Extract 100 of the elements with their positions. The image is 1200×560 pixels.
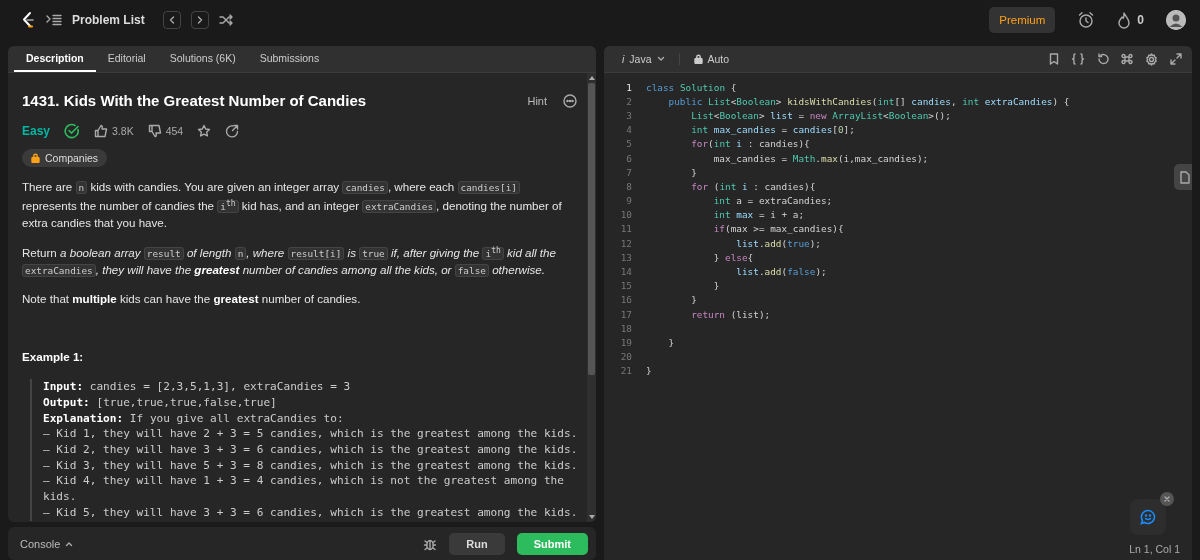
shuffle-icon[interactable] xyxy=(218,14,233,26)
line-number: 1 xyxy=(625,81,632,93)
example-line: – Kid 5, they will have 3 + 3 = 6 candies, which is the greatest among the kids. xyxy=(43,504,579,521)
file-button[interactable] xyxy=(1174,164,1192,190)
like-count: 3.8K xyxy=(112,124,134,139)
share-icon[interactable] xyxy=(225,124,240,138)
settings-icon[interactable] xyxy=(1145,52,1158,66)
line-number: 9 xyxy=(625,195,632,207)
panel-tab[interactable]: Editorial xyxy=(95,46,158,72)
description-paragraph: Note that multiple kids can have the greatest number of candies. xyxy=(22,291,362,308)
companies-tag[interactable]: Companies xyxy=(22,149,108,167)
star-icon[interactable] xyxy=(197,124,212,138)
streak-count: 0 xyxy=(1137,13,1144,27)
expand-icon[interactable] xyxy=(1170,53,1182,65)
line-number: 7 xyxy=(625,166,632,178)
mode-label: Auto xyxy=(707,53,730,65)
command-icon[interactable] xyxy=(1121,53,1133,65)
line-number: 10 xyxy=(619,209,632,221)
code-line: class Solution { xyxy=(646,81,737,93)
chevron-down-icon xyxy=(656,56,665,62)
example-line: – Kid 3, they will have 5 + 3 = 8 candies, which is the greatest among the kids. xyxy=(43,457,579,474)
alarm-clock-icon[interactable] xyxy=(1077,11,1096,29)
close-button[interactable] xyxy=(1160,492,1174,506)
code-line: } xyxy=(712,280,720,292)
thumbs-down-icon[interactable] xyxy=(147,124,162,138)
code-line: int max = i + a; xyxy=(712,209,805,221)
example-line: – Kid 2, they will have 3 + 3 = 6 candies, which is the greatest among the kids. xyxy=(43,442,579,458)
chevron-left-icon xyxy=(167,15,176,25)
chat-button[interactable] xyxy=(1130,499,1166,535)
problem-list-link[interactable]: Problem List xyxy=(72,13,145,27)
more-icon[interactable] xyxy=(563,94,577,108)
line-number: 8 xyxy=(625,180,632,192)
code-line: List<Boolean> list = new ArrayList<Boolean>(); xyxy=(690,109,951,121)
example-line: Input: candies = [2,3,5,1,3], extraCandies = 3 xyxy=(43,379,352,395)
line-number: 18 xyxy=(619,322,632,334)
line-number: 12 xyxy=(619,237,632,249)
description-paragraph: Return a boolean array result of length n , where result[i] is true if, after giving the i$^{th}$ kid all the extraCandies , they will have the greatest number of candies among all the kids, or false otherwise. xyxy=(22,245,557,280)
avatar[interactable] xyxy=(1166,10,1186,30)
panel-tab[interactable]: Submissions xyxy=(247,46,332,72)
line-number: 5 xyxy=(625,138,632,150)
dislike-count: 454 xyxy=(165,124,184,139)
code-line: } xyxy=(690,294,697,306)
code-line: public List<Boolean> kidsWithCandies(int[] candies, int extraCandies) { xyxy=(667,95,1070,107)
previous-button[interactable] xyxy=(162,11,181,29)
code-line: for(int i : candies){ xyxy=(690,138,810,150)
scrollbar[interactable] xyxy=(587,73,596,522)
smiley-chat-icon xyxy=(1140,509,1156,525)
code-line: } else{ xyxy=(712,251,754,263)
chevron-up-icon xyxy=(65,540,74,547)
panel-tab[interactable]: Description xyxy=(14,46,96,72)
file-icon xyxy=(1180,170,1190,184)
line-number: 19 xyxy=(619,336,632,348)
difficulty-label: Easy xyxy=(22,123,51,139)
code-line: } xyxy=(646,365,652,377)
hint-link[interactable]: Hint xyxy=(527,93,547,109)
code-line: } xyxy=(690,166,697,178)
code-line: for (int i : candies){ xyxy=(690,180,816,192)
code-line: int max_candies = candies[0]; xyxy=(690,124,855,136)
reset-icon[interactable] xyxy=(1097,53,1109,65)
flame-icon[interactable] xyxy=(1117,11,1132,29)
line-number: 11 xyxy=(619,223,632,235)
next-button[interactable] xyxy=(190,11,209,29)
code-line: } xyxy=(667,336,675,348)
problem-title: 1431. Kids With the Greatest Number of Candies xyxy=(22,93,368,109)
line-number: 17 xyxy=(619,308,632,320)
premium-button[interactable]: Premium xyxy=(989,7,1056,33)
code-line: int a = extraCandies; xyxy=(712,195,833,207)
code-line: return (list); xyxy=(690,308,771,320)
close-icon xyxy=(1163,495,1171,503)
line-number: 15 xyxy=(619,280,632,292)
lock-icon xyxy=(31,153,40,163)
line-number: 4 xyxy=(625,124,632,136)
logo-icon xyxy=(20,11,36,29)
code-line: list.add(true); xyxy=(735,237,821,249)
panel-tab[interactable]: Solutions (6K) xyxy=(157,46,248,72)
chevron-right-icon xyxy=(195,15,204,25)
code-line: max_candies = Math.max(i,max_candies); xyxy=(712,152,929,164)
line-number: 20 xyxy=(619,351,632,363)
line-number: 14 xyxy=(619,266,632,278)
thumbs-up-icon[interactable] xyxy=(94,124,109,138)
console-toggle[interactable]: Console xyxy=(20,537,412,550)
language-dropdown[interactable]: i Java xyxy=(622,53,665,65)
description-paragraph: There are n kids with candies. You are given an integer array candies , where each candies[i] represents the number of candies the i$^{th}$ kid has, and an integer extraCandies , denoting the number of extra candies that you have. xyxy=(22,179,563,232)
line-number: 13 xyxy=(619,251,632,263)
cursor-position: Ln 1, Col 1 xyxy=(1129,543,1180,555)
line-number: 3 xyxy=(625,109,632,121)
braces-icon[interactable] xyxy=(1071,53,1085,65)
line-number: 2 xyxy=(625,95,632,107)
example-line: Output: [true,true,true,false,true] xyxy=(43,394,278,411)
lock-icon xyxy=(693,54,703,64)
list-icon[interactable] xyxy=(46,14,62,26)
run-button[interactable]: Run xyxy=(449,532,505,555)
code-line: list.add(false); xyxy=(735,266,827,278)
code-line: if(max >= max_candies){ xyxy=(712,223,844,235)
example-line: – Kid 1, they will have 2 + 3 = 5 candies, which is the greatest among the kids. xyxy=(43,426,579,443)
example-heading: Example 1: xyxy=(22,349,85,366)
line-number: 6 xyxy=(625,152,632,164)
example-line: Explanation: If you give all extraCandies to: xyxy=(43,410,345,427)
bookmark-icon[interactable] xyxy=(1049,53,1059,65)
line-number: 21 xyxy=(619,365,632,377)
